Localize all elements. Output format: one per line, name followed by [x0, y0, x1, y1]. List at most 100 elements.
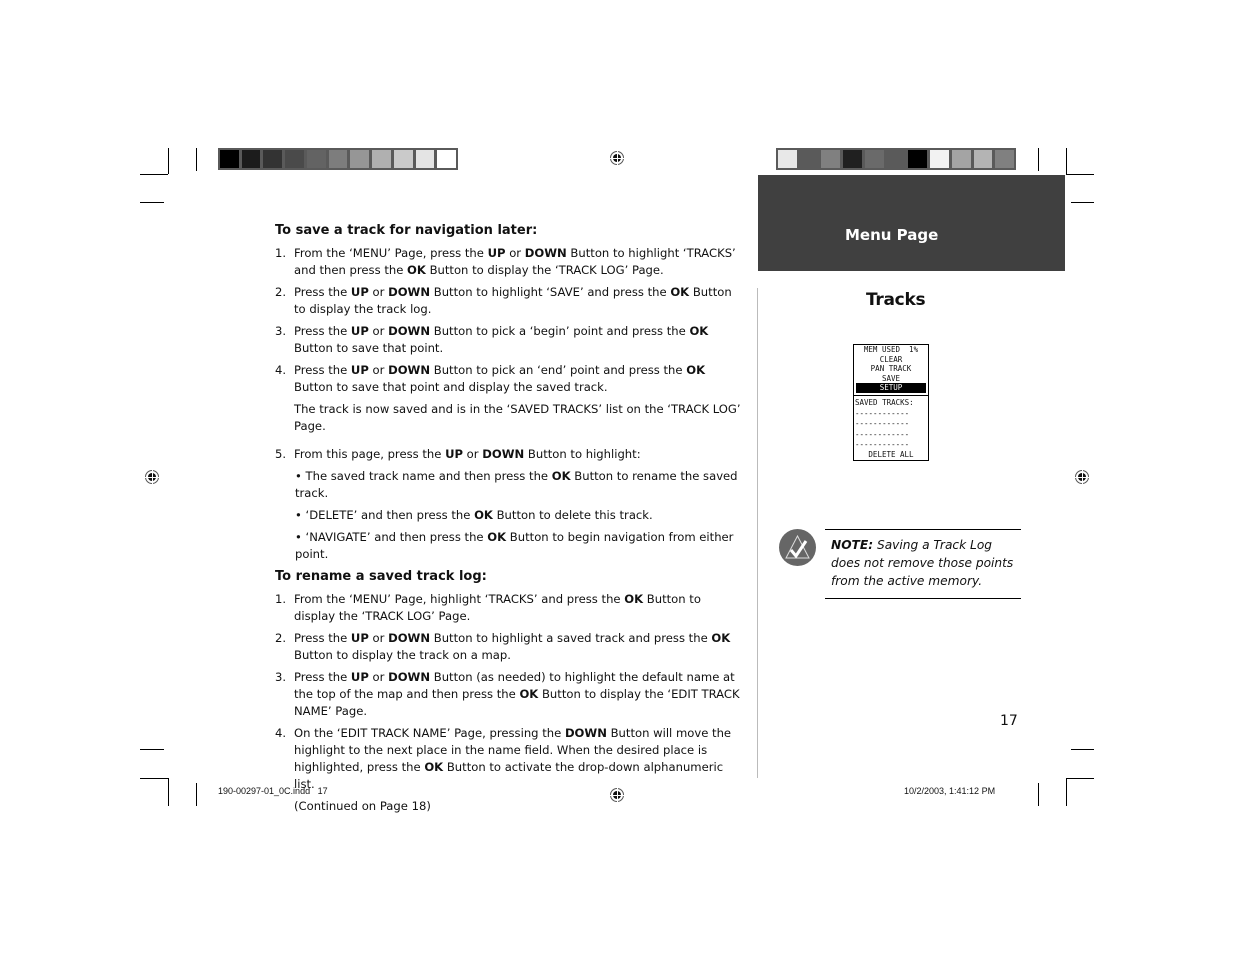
step-text: From the ‘MENU’ Page, press the UP or DO…	[294, 246, 736, 277]
color-swatch	[864, 150, 884, 168]
button-keyword: UP	[487, 246, 506, 260]
registration-mark-icon	[1073, 468, 1091, 486]
saved-track-slot: ------------	[855, 429, 910, 439]
section-title: Tracks	[866, 290, 926, 310]
crop-mark	[140, 202, 164, 203]
color-swatch	[951, 150, 971, 168]
button-keyword: DOWN	[564, 726, 607, 740]
registration-mark-icon	[608, 149, 626, 167]
sidebar-header-band	[758, 175, 1065, 271]
step-number: 3.	[275, 670, 287, 684]
section-heading-save-track: To save a track for navigation later:	[275, 223, 538, 238]
step-5: 5. From this page, press the UP or DOWN B…	[275, 446, 745, 463]
step-text: On the ‘EDIT TRACK NAME’ Page, pressing …	[294, 726, 732, 791]
color-swatch	[415, 150, 435, 168]
button-keyword: OK	[624, 592, 644, 606]
list-item: 3. Press the UP or DOWN Button to pick a …	[275, 323, 745, 357]
button-keyword: OK	[487, 530, 507, 544]
note-checkmark-icon	[779, 529, 816, 566]
button-keyword: OK	[670, 285, 690, 299]
footer-filename: 190-00297-01_0C.indd 17	[218, 786, 328, 796]
save-confirmation-text: The track is now saved and is in the ‘SA…	[294, 402, 741, 433]
crop-mark	[1066, 778, 1094, 779]
step-5-options: • The saved track name and then press th…	[275, 468, 745, 563]
saved-track-slot: ------------	[855, 408, 910, 418]
color-swatch	[437, 150, 457, 168]
bullet-item: • ‘NAVIGATE’ and then press the OK Butto…	[295, 530, 734, 561]
step-number: 3.	[275, 324, 287, 338]
button-keyword: UP	[350, 631, 369, 645]
list-item: 2. Press the UP or DOWN Button to highlig…	[275, 630, 745, 664]
button-keyword: DOWN	[388, 670, 431, 684]
list-item: 4. Press the UP or DOWN Button to pick an…	[275, 362, 745, 396]
screen-menu-save: SAVE	[881, 373, 901, 383]
crop-mark	[168, 148, 169, 174]
color-swatch	[220, 150, 239, 168]
color-swatch	[285, 150, 304, 168]
color-swatch	[843, 150, 862, 168]
button-keyword: UP	[445, 447, 463, 461]
step-text: Press the UP or DOWN Button (as needed) …	[294, 670, 740, 718]
button-keyword: UP	[350, 324, 369, 338]
step-text: Press the UP or DOWN Button to pick an ‘…	[294, 363, 706, 394]
color-swatch	[821, 150, 841, 168]
button-keyword: UP	[350, 670, 369, 684]
list-item: 1. From the ‘MENU’ Page, press the UP or …	[275, 245, 745, 279]
list-item: 1. From the ‘MENU’ Page, highlight ‘TRACK…	[275, 591, 745, 625]
crop-mark	[1038, 783, 1039, 806]
crop-mark	[168, 778, 169, 806]
button-keyword: DOWN	[524, 246, 567, 260]
button-keyword: OK	[711, 631, 731, 645]
color-swatch	[393, 150, 413, 168]
crop-mark	[1071, 202, 1094, 203]
saved-tracks-label: SAVED TRACKS:	[855, 397, 914, 407]
button-keyword: OK	[686, 363, 706, 377]
main-content: To save a track for navigation later: 1.…	[275, 222, 745, 820]
step-text: Press the UP or DOWN Button to pick a ‘b…	[294, 324, 709, 355]
note-callout: NOTE: Saving a Track Log does not remove…	[825, 529, 1021, 599]
color-swatch	[306, 150, 326, 168]
button-keyword: DOWN	[388, 324, 431, 338]
crop-mark	[1038, 148, 1039, 171]
crop-mark	[140, 749, 164, 750]
step-number: 1.	[275, 592, 287, 606]
button-keyword: DOWN	[482, 447, 525, 461]
column-divider	[757, 288, 758, 778]
button-keyword: OK	[407, 263, 426, 277]
button-keyword: OK	[519, 687, 539, 701]
crop-mark	[1066, 148, 1067, 174]
device-screen-track-log: MEM USED 1% CLEAR PAN TRACK SAVE SETUP S…	[853, 344, 929, 461]
bullet-item: • ‘DELETE’ and then press the OK Button …	[295, 508, 653, 522]
color-swatch	[908, 150, 928, 168]
rename-track-steps: 1. From the ‘MENU’ Page, highlight ‘TRACK…	[275, 591, 745, 793]
step-number: 4.	[275, 726, 287, 740]
color-swatch	[778, 150, 797, 168]
color-swatch	[995, 150, 1015, 168]
color-swatch	[930, 150, 949, 168]
saved-track-slot: ------------	[855, 440, 910, 450]
step-text: Press the UP or DOWN Button to highlight…	[294, 631, 731, 662]
button-keyword: OK	[551, 469, 571, 483]
bullet-item: • The saved track name and then press th…	[295, 469, 738, 500]
registration-mark-icon	[143, 468, 161, 486]
crop-mark	[196, 783, 197, 806]
color-swatch	[973, 150, 993, 168]
saved-track-slot: ------------	[855, 419, 910, 429]
button-keyword: UP	[350, 363, 369, 377]
button-keyword: DOWN	[388, 631, 431, 645]
screen-menu-clear: CLEAR	[879, 354, 903, 364]
step-text: Press the UP or DOWN Button to highlight…	[294, 285, 732, 316]
color-swatch	[799, 150, 819, 168]
button-keyword: DOWN	[388, 285, 431, 299]
list-item: 3. Press the UP or DOWN Button (as needed…	[275, 669, 745, 720]
right-color-bar	[776, 148, 1016, 170]
mem-used-label: MEM USED 1%	[863, 345, 919, 354]
screen-menu-pan-track: PAN TRACK	[870, 364, 912, 374]
list-item: 4. On the ‘EDIT TRACK NAME’ Page, pressin…	[275, 725, 745, 793]
section-heading-rename-track: To rename a saved track log:	[275, 569, 487, 584]
step-number: 1.	[275, 246, 287, 260]
step-text: From the ‘MENU’ Page, highlight ‘TRACKS’…	[294, 592, 701, 623]
continued-note: (Continued on Page 18)	[294, 799, 431, 813]
button-keyword: OK	[424, 760, 444, 774]
color-swatch	[328, 150, 348, 168]
